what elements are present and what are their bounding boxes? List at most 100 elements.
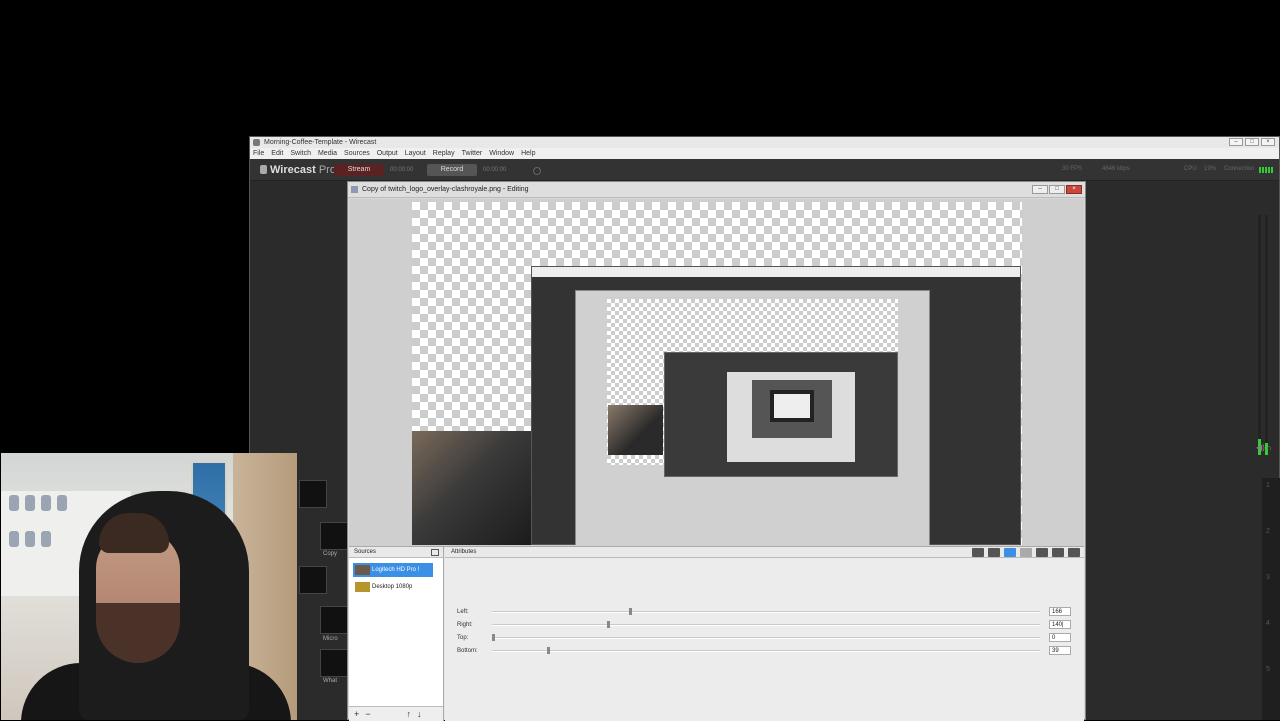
- webcam-thumbnail: [355, 565, 370, 575]
- layer-2[interactable]: 2: [1266, 528, 1274, 536]
- sources-title: Sources: [354, 549, 377, 555]
- slider-thumb[interactable]: [629, 608, 632, 615]
- cpu-label: CPU: [1184, 166, 1197, 172]
- speaker-icon[interactable]: ◀): [1256, 443, 1265, 452]
- window-title: Morning-Coffee-Template - Wirecast: [264, 139, 377, 146]
- editor-titlebar: Copy of twitch_logo_overlay-clashroyale.…: [348, 182, 1085, 198]
- crop-bottom-value[interactable]: 39: [1049, 646, 1071, 655]
- menu-output[interactable]: Output: [377, 150, 398, 157]
- sources-panel: Sources Logitech HD Pro ! Desktop 1080p …: [349, 547, 444, 721]
- shot-thumbnail[interactable]: [299, 480, 327, 508]
- wirecast-app-icon: [253, 139, 260, 146]
- layer-1[interactable]: 1: [1266, 482, 1274, 490]
- headphones-icon[interactable]: ∩: [1266, 443, 1272, 452]
- crop-left-label: Left:: [457, 609, 469, 615]
- menu-replay[interactable]: Replay: [433, 150, 455, 157]
- layer-3[interactable]: 3: [1266, 574, 1274, 582]
- crop-left-slider[interactable]: [492, 608, 1040, 615]
- crop-left-value[interactable]: 166: [1049, 607, 1071, 616]
- shot-thumbnail[interactable]: [320, 606, 348, 634]
- crop-icon[interactable]: [1004, 548, 1016, 557]
- maximize-button[interactable]: □: [1245, 138, 1259, 146]
- editor-close-button[interactable]: ×: [1066, 185, 1082, 194]
- minimize-button[interactable]: –: [1229, 138, 1243, 146]
- source-label: Logitech HD Pro !: [372, 567, 420, 573]
- audio-meter-left: [1258, 215, 1261, 455]
- sources-footer: + − ↑ ↓: [349, 706, 443, 721]
- bitrate-readout: 4646 kbps: [1102, 166, 1130, 172]
- sources-header: Sources: [349, 547, 443, 558]
- menu-sources[interactable]: Sources: [344, 150, 370, 157]
- slider-thumb[interactable]: [607, 621, 610, 628]
- shot-label: What: [323, 678, 338, 684]
- settings-gear-icon[interactable]: [533, 167, 541, 175]
- window-controls: – □ ×: [1229, 138, 1275, 146]
- layer-5[interactable]: 5: [1266, 666, 1274, 674]
- source-editor-dialog: Copy of twitch_logo_overlay-clashroyale.…: [347, 181, 1086, 721]
- connection-meter-icon: [1259, 167, 1273, 173]
- layers-column: 1 2 3 4 5: [1262, 478, 1280, 720]
- move-down-button[interactable]: ↓: [417, 709, 422, 719]
- menu-window[interactable]: Window: [489, 150, 514, 157]
- stream-button[interactable]: Stream: [334, 164, 384, 176]
- brand-name: Wirecast: [270, 164, 316, 176]
- recursive-preview-5: [770, 390, 814, 422]
- attributes-toolbar: [972, 548, 1080, 557]
- close-button[interactable]: ×: [1261, 138, 1275, 146]
- webcam-inset: [412, 431, 531, 545]
- crop-top-row: Top: 0: [445, 633, 1084, 643]
- record-button[interactable]: Record: [427, 164, 477, 176]
- image-file-icon: [351, 186, 358, 193]
- chat-icon[interactable]: [988, 548, 1000, 557]
- audio-icon[interactable]: [1068, 548, 1080, 557]
- crop-bottom-slider[interactable]: [492, 647, 1040, 654]
- menu-switch[interactable]: Switch: [290, 150, 311, 157]
- source-item-desktop[interactable]: Desktop 1080p: [353, 580, 433, 594]
- stream-timer: 00:00:00: [390, 167, 414, 173]
- source-settings-icon[interactable]: [431, 549, 439, 556]
- preview-canvas[interactable]: [412, 202, 1022, 545]
- menu-help[interactable]: Help: [521, 150, 535, 157]
- attributes-panel: Attributes Left: 166 Right: 140| Top: 0 …: [445, 547, 1084, 721]
- crop-top-slider[interactable]: [492, 634, 1040, 641]
- window-titlebar: Morning-Coffee-Template - Wirecast – □ ×: [250, 137, 1279, 148]
- desktop-thumbnail: [355, 582, 370, 592]
- slider-thumb[interactable]: [547, 647, 550, 654]
- person-icon[interactable]: [1036, 548, 1048, 557]
- editor-minimize-button[interactable]: –: [1032, 185, 1048, 194]
- remove-source-button[interactable]: −: [365, 709, 370, 719]
- shot-label: Micro: [323, 636, 338, 642]
- shot-thumbnail[interactable]: [320, 522, 348, 550]
- recursive-menubar: [532, 267, 1020, 277]
- editor-title: Copy of twitch_logo_overlay-clashroyale.…: [362, 186, 529, 193]
- crop-bottom-row: Bottom: 39: [445, 646, 1084, 656]
- add-source-button[interactable]: +: [354, 709, 359, 719]
- crop-top-value[interactable]: 0: [1049, 633, 1071, 642]
- crop-bottom-label: Bottom:: [457, 648, 478, 654]
- editor-maximize-button[interactable]: □: [1049, 185, 1065, 194]
- crop-right-slider[interactable]: [492, 621, 1040, 628]
- crop-right-value[interactable]: 140|: [1049, 620, 1071, 629]
- menu-twitter[interactable]: Twitter: [462, 150, 483, 157]
- text-icon[interactable]: [1020, 548, 1032, 557]
- split-icon[interactable]: [1052, 548, 1064, 557]
- slider-thumb[interactable]: [492, 634, 495, 641]
- menu-layout[interactable]: Layout: [405, 150, 426, 157]
- webcam-inset-nested: [608, 405, 663, 455]
- shot-thumbnail[interactable]: [299, 566, 327, 594]
- editor-window-controls: – □ ×: [1032, 185, 1082, 194]
- move-up-button[interactable]: ↑: [407, 709, 412, 719]
- crop-right-label: Right:: [457, 622, 473, 628]
- shot-thumbnail[interactable]: [320, 649, 348, 677]
- menu-file[interactable]: File: [253, 150, 264, 157]
- layer-4[interactable]: 4: [1266, 620, 1274, 628]
- shot-label: Copy: [323, 551, 338, 557]
- source-label: Desktop 1080p: [372, 584, 413, 590]
- menu-media[interactable]: Media: [318, 150, 337, 157]
- wirecast-logo-icon: [260, 165, 267, 174]
- main-toolbar: Wirecast Pro Stream 00:00:00 Record 00:0…: [250, 159, 1279, 181]
- crop-left-row: Left: 166: [445, 607, 1084, 617]
- menu-edit[interactable]: Edit: [271, 150, 283, 157]
- source-item-logitech[interactable]: Logitech HD Pro !: [353, 563, 433, 577]
- layers-icon[interactable]: [972, 548, 984, 557]
